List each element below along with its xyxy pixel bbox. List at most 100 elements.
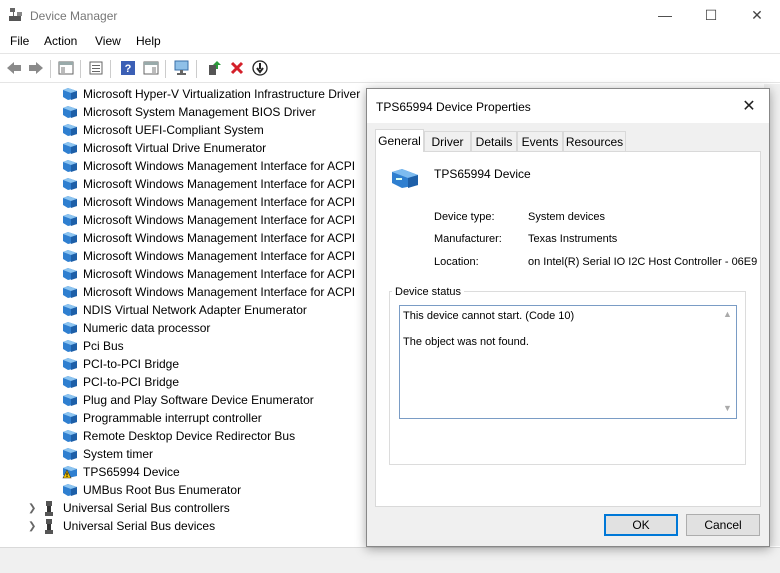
tree-item-label: Microsoft UEFI-Compliant System — [83, 123, 264, 137]
tree-item[interactable]: Microsoft Windows Management Interface f… — [62, 283, 355, 301]
back-arrow-icon[interactable] — [4, 58, 24, 78]
device-type-label: Device type: — [434, 211, 495, 223]
tree-item[interactable]: System timer — [62, 445, 153, 463]
tree-item-label: UMBus Root Bus Enumerator — [83, 483, 242, 497]
status-scrollbar[interactable]: ▲ ▼ — [719, 306, 736, 418]
device-status-legend: Device status — [392, 286, 465, 298]
tree-item[interactable]: UMBus Root Bus Enumerator — [62, 481, 241, 499]
tree-item[interactable]: Microsoft Windows Management Interface f… — [62, 265, 355, 283]
tree-item[interactable]: NDIS Virtual Network Adapter Enumerator — [62, 301, 307, 319]
expand-chevron-icon[interactable]: ❯ — [28, 499, 36, 517]
menu-help[interactable]: Help — [136, 34, 161, 48]
cancel-button[interactable]: Cancel — [686, 514, 760, 536]
tab-driver[interactable]: Driver — [424, 131, 471, 151]
tree-item-label: Microsoft Windows Management Interface f… — [83, 285, 356, 299]
tree-item-label: PCI-to-PCI Bridge — [83, 357, 180, 371]
device-status-textbox[interactable]: This device cannot start. (Code 10) The … — [399, 305, 737, 419]
properties-dialog: TPS65994 Device Properties ✕ General Dri… — [366, 88, 770, 547]
system-device-icon — [62, 159, 78, 173]
system-device-icon — [62, 321, 78, 335]
properties-icon[interactable] — [86, 58, 106, 78]
tree-item[interactable]: Microsoft UEFI-Compliant System — [62, 121, 264, 139]
tree-item[interactable]: Microsoft Windows Management Interface f… — [62, 193, 355, 211]
tree-item-label: Numeric data processor — [83, 321, 211, 335]
dialog-title: TPS65994 Device Properties — [376, 100, 531, 114]
tab-general[interactable]: General — [375, 129, 424, 152]
tree-category[interactable]: Universal Serial Bus controllers — [44, 499, 230, 517]
dialog-title-bar: TPS65994 Device Properties ✕ — [367, 89, 769, 123]
tree-item-label: Microsoft Virtual Drive Enumerator — [83, 141, 267, 155]
scroll-up-icon[interactable]: ▲ — [723, 309, 732, 319]
manufacturer-label: Manufacturer: — [434, 233, 502, 245]
location-value: on Intel(R) Serial IO I2C Host Controlle… — [528, 256, 758, 268]
scroll-down-icon[interactable]: ▼ — [723, 403, 732, 413]
system-device-icon — [62, 411, 78, 425]
usb-icon — [44, 519, 58, 534]
system-device-icon — [62, 267, 78, 281]
toolbar-separator — [80, 60, 81, 78]
tree-item[interactable]: Plug and Play Software Device Enumerator — [62, 391, 314, 409]
tree-item-label: Microsoft Windows Management Interface f… — [83, 159, 356, 173]
scan-hardware-icon[interactable] — [172, 58, 192, 78]
tree-item-label: Microsoft Windows Management Interface f… — [83, 267, 356, 281]
manufacturer-value: Texas Instruments — [528, 233, 618, 245]
system-device-icon — [62, 177, 78, 191]
tree-item[interactable]: Microsoft Hyper-V Virtualization Infrast… — [62, 85, 360, 103]
tree-item-label: Plug and Play Software Device Enumerator — [83, 393, 314, 407]
tree-item[interactable]: TPS65994 Device — [62, 463, 180, 481]
tab-events[interactable]: Events — [517, 131, 563, 151]
tree-item[interactable]: Microsoft System Management BIOS Driver — [62, 103, 316, 121]
close-icon[interactable]: ✕ — [737, 95, 761, 117]
toolbar-separator — [165, 60, 166, 78]
system-device-icon — [62, 249, 78, 263]
maximize-button[interactable]: ☐ — [688, 0, 734, 30]
tree-item[interactable]: Microsoft Windows Management Interface f… — [62, 157, 355, 175]
system-device-icon — [62, 105, 78, 119]
tree-item[interactable]: Numeric data processor — [62, 319, 210, 337]
toolbar-separator — [50, 60, 51, 78]
tree-item[interactable]: Pci Bus — [62, 337, 124, 355]
system-device-icon — [62, 213, 78, 227]
toolbar: ? — [0, 53, 780, 83]
tree-item-label: Microsoft Windows Management Interface f… — [83, 231, 356, 245]
action-pane-icon[interactable] — [141, 58, 161, 78]
system-device-icon — [62, 357, 78, 371]
system-device-icon — [62, 87, 78, 101]
status-detail: The object was not found. — [403, 336, 529, 348]
ok-button[interactable]: OK — [604, 514, 678, 536]
tree-item-label: Programmable interrupt controller — [83, 411, 262, 425]
update-driver-icon[interactable] — [204, 58, 224, 78]
tree-item[interactable]: Remote Desktop Device Redirector Bus — [62, 427, 295, 445]
minimize-button[interactable]: — — [642, 0, 688, 30]
help-icon[interactable]: ? — [118, 58, 138, 78]
close-window-button[interactable]: ✕ — [734, 0, 780, 30]
system-device-icon — [62, 303, 78, 317]
tree-item-label: Microsoft Windows Management Interface f… — [83, 213, 356, 227]
forward-arrow-icon[interactable] — [26, 58, 46, 78]
usb-icon — [44, 501, 58, 516]
system-device-icon — [62, 123, 78, 137]
tree-item[interactable]: PCI-to-PCI Bridge — [62, 355, 179, 373]
show-hide-console-tree-icon[interactable] — [56, 58, 76, 78]
toolbar-separator — [110, 60, 111, 78]
tree-item[interactable]: Microsoft Windows Management Interface f… — [62, 229, 355, 247]
tree-item[interactable]: Microsoft Windows Management Interface f… — [62, 247, 355, 265]
disable-device-icon[interactable] — [250, 58, 270, 78]
tree-item[interactable]: Microsoft Windows Management Interface f… — [62, 175, 355, 193]
tab-details[interactable]: Details — [471, 131, 517, 151]
menu-file[interactable]: File — [10, 34, 29, 48]
system-device-icon — [62, 447, 78, 461]
tree-category[interactable]: Universal Serial Bus devices — [44, 517, 215, 535]
expand-chevron-icon[interactable]: ❯ — [28, 517, 36, 535]
tree-item[interactable]: Programmable interrupt controller — [62, 409, 262, 427]
tree-item[interactable]: Microsoft Windows Management Interface f… — [62, 211, 355, 229]
tree-item-label: Microsoft System Management BIOS Driver — [83, 105, 316, 119]
uninstall-device-icon[interactable] — [227, 58, 247, 78]
tree-item[interactable]: PCI-to-PCI Bridge — [62, 373, 179, 391]
tab-resources[interactable]: Resources — [563, 131, 626, 151]
menu-view[interactable]: View — [95, 34, 121, 48]
menu-action[interactable]: Action — [44, 34, 77, 48]
system-device-icon — [62, 483, 78, 497]
device-type-value: System devices — [528, 211, 606, 223]
tree-item[interactable]: Microsoft Virtual Drive Enumerator — [62, 139, 266, 157]
